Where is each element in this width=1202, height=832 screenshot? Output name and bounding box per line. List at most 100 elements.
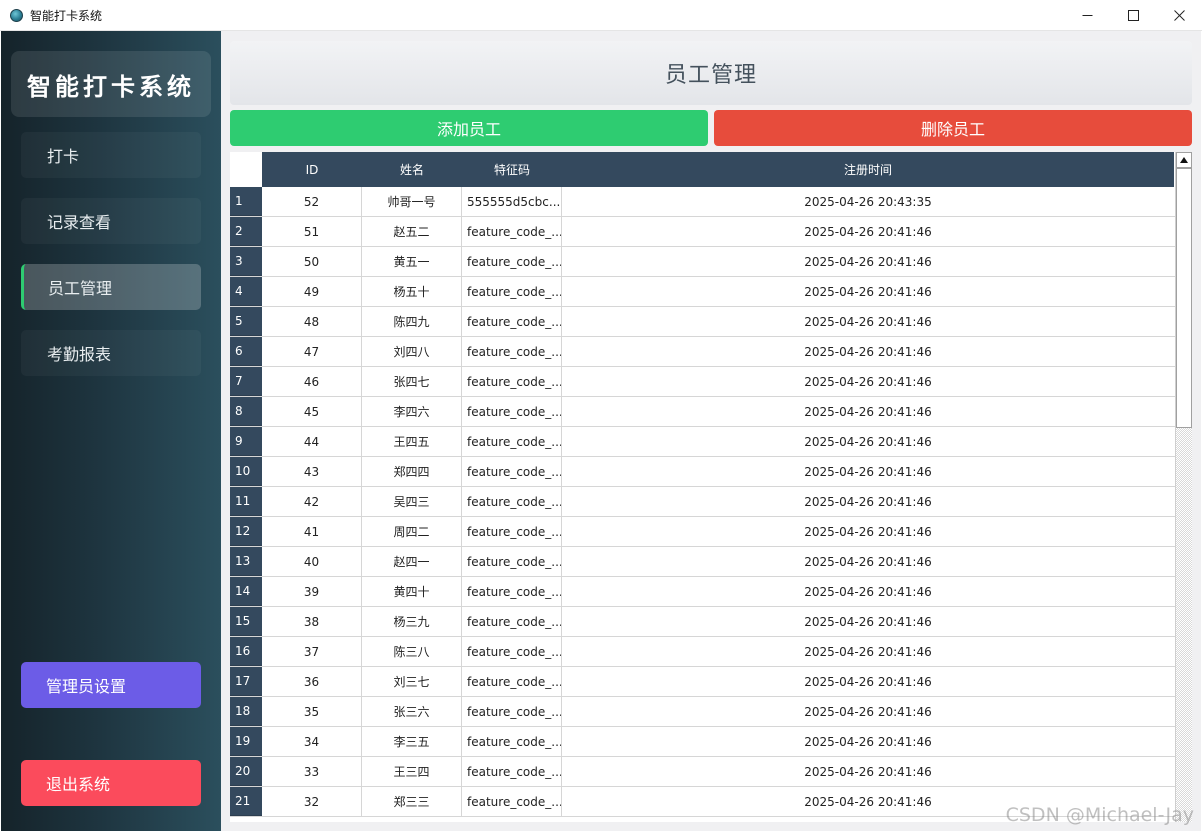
cell-register-time: 2025-04-26 20:41:46 — [804, 644, 932, 659]
table-row[interactable]: 8 45 李四六 feature_code_... 2025-04-26 20:41:4… — [230, 397, 1175, 427]
cell-register-time: 2025-04-26 20:41:46 — [804, 254, 932, 269]
exit-system-button[interactable]: 退出系统 — [21, 760, 201, 806]
sidebar-item-records[interactable]: 记录查看 — [21, 198, 201, 244]
cell-feature-code: feature_code_... — [462, 757, 562, 786]
column-header-register-time[interactable]: 注册时间 — [562, 152, 1174, 187]
cell-register-time: 2025-04-26 20:41:46 — [804, 764, 932, 779]
cell-register-time: 2025-04-26 20:41:46 — [804, 314, 932, 329]
sidebar-item-label: 打卡 — [47, 147, 80, 166]
table-row[interactable]: 4 49 杨五十 feature_code_... 2025-04-26 20:41:4… — [230, 277, 1175, 307]
cell-name: 陈三八 — [362, 637, 462, 666]
add-employee-button[interactable]: 添加员工 — [230, 110, 708, 146]
table-row[interactable]: 2 51 赵五二 feature_code_... 2025-04-26 20:41:4… — [230, 217, 1175, 247]
close-button[interactable] — [1156, 0, 1202, 31]
cell-register-time: 2025-04-26 20:41:46 — [804, 464, 932, 479]
cell-name: 周四二 — [362, 517, 462, 546]
scroll-up-button[interactable] — [1176, 152, 1192, 168]
cell-register-time: 2025-04-26 20:41:46 — [804, 614, 932, 629]
table-row[interactable]: 10 43 郑四四 feature_code_... 2025-04-26 20:41:… — [230, 457, 1175, 487]
table-row[interactable]: 17 36 刘三七 feature_code_... 2025-04-26 20:41:… — [230, 667, 1175, 697]
cell-feature-code: feature_code_... — [462, 427, 562, 456]
row-number: 10 — [230, 457, 262, 486]
cell-feature-code: 555555d5cbc... — [462, 187, 562, 216]
cell-register-time: 2025-04-26 20:41:46 — [804, 524, 932, 539]
admin-settings-label: 管理员设置 — [46, 677, 127, 696]
table-row[interactable]: 11 42 吴四三 feature_code_... 2025-04-26 20:41:… — [230, 487, 1175, 517]
cell-feature-code: feature_code_... — [462, 697, 562, 726]
table-row[interactable]: 12 41 周四二 feature_code_... 2025-04-26 20:41:… — [230, 517, 1175, 547]
cell-id: 34 — [262, 727, 362, 756]
column-header-id[interactable]: ID — [262, 152, 362, 187]
row-number: 5 — [230, 307, 262, 336]
table-row[interactable]: 7 46 张四七 feature_code_... 2025-04-26 20:41:4… — [230, 367, 1175, 397]
cell-name: 陈四九 — [362, 307, 462, 336]
row-number: 4 — [230, 277, 262, 306]
minimize-button[interactable] — [1064, 0, 1110, 31]
table-row[interactable]: 18 35 张三六 feature_code_... 2025-04-26 20:41:… — [230, 697, 1175, 727]
row-number: 16 — [230, 637, 262, 666]
cell-register-time: 2025-04-26 20:41:46 — [804, 404, 932, 419]
sidebar-item-label: 员工管理 — [48, 279, 113, 298]
cell-id: 41 — [262, 517, 362, 546]
cell-id: 46 — [262, 367, 362, 396]
sidebar-item-employees[interactable]: 员工管理 — [21, 264, 201, 310]
sidebar-item-punch[interactable]: 打卡 — [21, 132, 201, 178]
cell-name: 李三五 — [362, 727, 462, 756]
sidebar-item-reports[interactable]: 考勤报表 — [21, 330, 201, 376]
cell-feature-code: feature_code_... — [462, 487, 562, 516]
vertical-scrollbar[interactable] — [1175, 152, 1192, 822]
cell-id: 51 — [262, 217, 362, 246]
table-row[interactable]: 3 50 黄五一 feature_code_... 2025-04-26 20:41:4… — [230, 247, 1175, 277]
maximize-button[interactable] — [1110, 0, 1156, 31]
row-number: 21 — [230, 787, 262, 816]
scrollbar-thumb[interactable] — [1176, 168, 1192, 428]
watermark: CSDN @Michael-Jay — [1005, 804, 1194, 826]
row-number: 20 — [230, 757, 262, 786]
cell-id: 32 — [262, 787, 362, 816]
table-row[interactable]: 13 40 赵四一 feature_code_... 2025-04-26 20:41:… — [230, 547, 1175, 577]
cell-feature-code: feature_code_... — [462, 787, 562, 816]
table-row[interactable]: 5 48 陈四九 feature_code_... 2025-04-26 20:41:4… — [230, 307, 1175, 337]
row-number: 8 — [230, 397, 262, 426]
exit-system-label: 退出系统 — [46, 775, 111, 794]
cell-register-time: 2025-04-26 20:41:46 — [804, 224, 932, 239]
cell-name: 张四七 — [362, 367, 462, 396]
cell-id: 36 — [262, 667, 362, 696]
page-header: 员工管理 — [230, 41, 1192, 105]
table-row[interactable]: 1 52 帅哥一号 555555d5cbc... 2025-04-26 20:43:35 — [230, 187, 1175, 217]
admin-settings-button[interactable]: 管理员设置 — [21, 662, 201, 708]
table-row[interactable]: 14 39 黄四十 feature_code_... 2025-04-26 20:41:… — [230, 577, 1175, 607]
table-row[interactable]: 15 38 杨三九 feature_code_... 2025-04-26 20:41:… — [230, 607, 1175, 637]
cell-feature-code: feature_code_... — [462, 337, 562, 366]
column-header-name[interactable]: 姓名 — [362, 152, 462, 187]
cell-feature-code: feature_code_... — [462, 247, 562, 276]
cell-feature-code: feature_code_... — [462, 397, 562, 426]
table-row[interactable]: 20 33 王三四 feature_code_... 2025-04-26 20:41:… — [230, 757, 1175, 787]
table-row[interactable]: 9 44 王四五 feature_code_... 2025-04-26 20:41:4… — [230, 427, 1175, 457]
brand-panel: 智能打卡系统 — [11, 51, 211, 117]
cell-name: 李四六 — [362, 397, 462, 426]
table-corner — [230, 152, 262, 187]
cell-id: 40 — [262, 547, 362, 576]
cell-id: 37 — [262, 637, 362, 666]
cell-name: 王四五 — [362, 427, 462, 456]
cell-feature-code: feature_code_... — [462, 667, 562, 696]
table-row[interactable]: 6 47 刘四八 feature_code_... 2025-04-26 20:41:4… — [230, 337, 1175, 367]
delete-employee-button[interactable]: 删除员工 — [714, 110, 1192, 146]
cell-register-time: 2025-04-26 20:41:46 — [804, 704, 932, 719]
cell-id: 49 — [262, 277, 362, 306]
row-number: 13 — [230, 547, 262, 576]
employee-table: ID 姓名 特征码 注册时间 1 52 帅哥一号 555555d5cbc... 2025… — [230, 152, 1192, 822]
row-number: 12 — [230, 517, 262, 546]
cell-name: 张三六 — [362, 697, 462, 726]
arrow-up-icon — [1180, 157, 1188, 163]
minimize-icon — [1082, 15, 1092, 16]
table-row[interactable]: 19 34 李三五 feature_code_... 2025-04-26 20:41:… — [230, 727, 1175, 757]
table-row[interactable]: 16 37 陈三八 feature_code_... 2025-04-26 20:41:… — [230, 637, 1175, 667]
column-header-feature-code[interactable]: 特征码 — [462, 152, 562, 187]
maximize-icon — [1127, 10, 1139, 21]
cell-register-time: 2025-04-26 20:43:35 — [804, 194, 932, 209]
sidebar-item-label: 记录查看 — [47, 213, 112, 232]
row-number: 7 — [230, 367, 262, 396]
cell-id: 43 — [262, 457, 362, 486]
